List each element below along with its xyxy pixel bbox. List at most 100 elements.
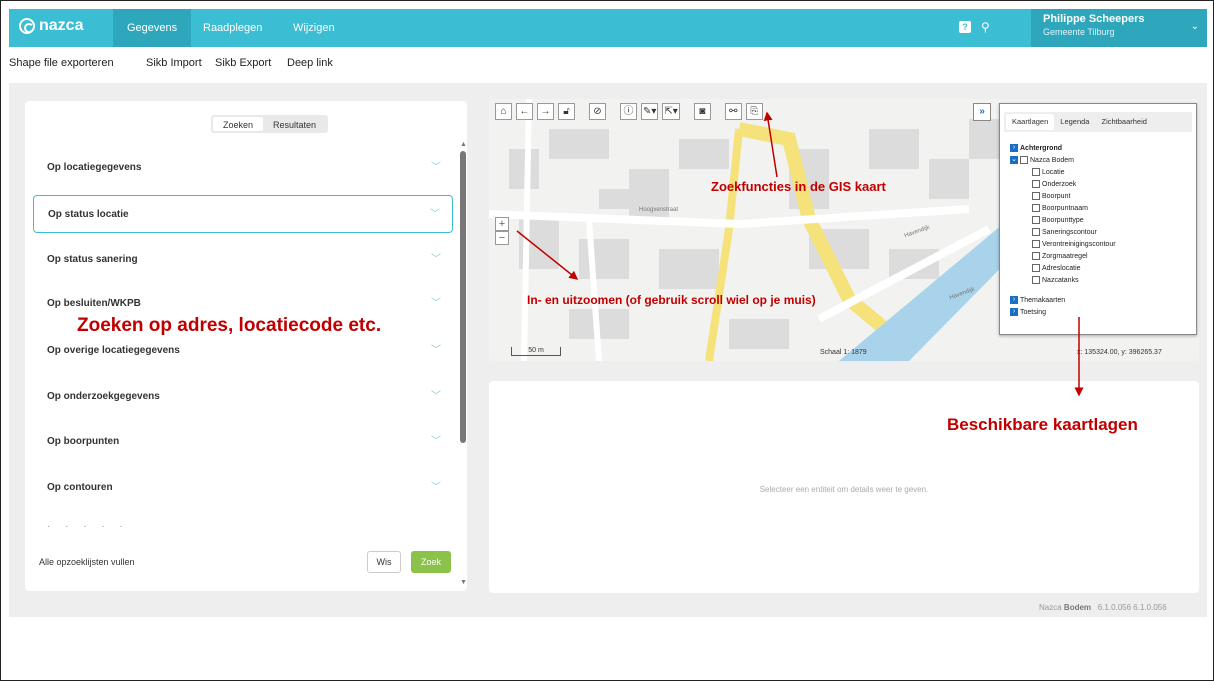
binoculars-icon[interactable]: ⚯: [724, 103, 742, 120]
segment-zoeken[interactable]: Zoeken: [213, 117, 264, 131]
collapse-icon[interactable]: ⌄: [1010, 156, 1018, 164]
tab-gegevens[interactable]: Gegevens: [113, 9, 192, 47]
layer-item[interactable]: Verontreinigingscontour: [1032, 240, 1116, 248]
filter-label: Op status sanering: [47, 254, 138, 265]
layer-checkbox[interactable]: [1032, 168, 1040, 176]
search-button[interactable]: Zoek: [411, 551, 451, 573]
filter-locatiegegevens[interactable]: Op locatiegegevens ﹀: [33, 149, 453, 187]
pin-icon[interactable]: ⚲: [981, 20, 990, 34]
layer-achtergrond[interactable]: › Achtergrond: [1010, 144, 1062, 152]
layer-item[interactable]: Saneringscontour: [1032, 228, 1097, 236]
expand-icon[interactable]: ›: [1010, 144, 1018, 152]
cancel-icon[interactable]: ⊘: [589, 103, 606, 120]
layer-checkbox[interactable]: [1032, 192, 1040, 200]
zoom-in-button[interactable]: +: [495, 217, 509, 231]
select-pointer-icon[interactable]: ⇱▾: [662, 103, 680, 120]
info-icon[interactable]: ⓘ: [620, 103, 637, 120]
filter-status-locatie[interactable]: Op status locatie ﹀: [33, 195, 453, 233]
tab-kaartlagen[interactable]: Kaartlagen: [1006, 114, 1055, 130]
clear-button[interactable]: Wis: [367, 551, 401, 573]
details-panel: Selecteer een entiteit om details weer t…: [489, 381, 1199, 593]
annotation-search: Zoeken op adres, locatiecode etc.: [77, 315, 382, 336]
screenshot-frame: nazca Gegevens Raadplegen Wijzigen ? ⚲ P…: [0, 0, 1214, 681]
nazca-logo[interactable]: nazca: [19, 17, 83, 35]
annotation-layers: Beschikbare kaartlagen: [947, 415, 1138, 434]
segment-resultaten[interactable]: Resultaten: [263, 117, 326, 131]
camera-icon[interactable]: ◙: [693, 103, 711, 120]
menu-sikb-import[interactable]: Sikb Import: [146, 57, 202, 69]
layer-checkbox[interactable]: [1032, 240, 1040, 248]
logo-text: nazca: [39, 17, 84, 34]
filter-onderzoekgegevens[interactable]: Op onderzoekgegevens ﹀: [33, 378, 453, 416]
layer-checkbox[interactable]: [1032, 276, 1040, 284]
scroll-up-arrow[interactable]: ▲: [460, 141, 467, 148]
fill-lists-label[interactable]: Alle opzoeklijsten vullen: [39, 557, 135, 567]
search-panel-scrollbar[interactable]: [460, 151, 466, 443]
annotation-gis: Zoekfuncties in de GIS kaart: [711, 179, 886, 194]
version-footer: Nazca Bodem 6.1.0.056 6.1.0.056: [1039, 603, 1167, 612]
layer-item[interactable]: Onderzoek: [1032, 180, 1076, 188]
layer-themakaarten[interactable]: › Themakaarten: [1010, 296, 1065, 304]
layer-checkbox[interactable]: [1032, 216, 1040, 224]
home-icon[interactable]: ⌂: [495, 103, 512, 120]
details-empty-message: Selecteer een entiteit om details weer t…: [759, 485, 929, 494]
layer-checkbox[interactable]: [1032, 228, 1040, 236]
expand-icon[interactable]: ›: [1010, 296, 1018, 304]
zoom-out-button[interactable]: −: [495, 231, 509, 245]
filter-label: Op boorpunten: [47, 436, 120, 447]
chevron-down-icon: ﹀: [431, 345, 441, 356]
help-icon[interactable]: ?: [959, 21, 971, 33]
truncated-filter-row: · · · · ·: [47, 521, 129, 532]
user-organisation: Gemeente Tilburg: [1043, 27, 1115, 37]
unlock-icon[interactable]: 🔓︎: [558, 103, 575, 120]
layer-toetsing[interactable]: › Toetsing: [1010, 308, 1046, 316]
chevron-down-icon: ⌄: [1190, 21, 1199, 32]
layer-item[interactable]: Nazcatanks: [1032, 276, 1079, 284]
scroll-down-arrow[interactable]: ▼: [460, 579, 467, 586]
tab-legenda[interactable]: Legenda: [1054, 114, 1095, 130]
layer-checkbox[interactable]: [1032, 204, 1040, 212]
layer-item[interactable]: Locatie: [1032, 168, 1065, 176]
layer-item[interactable]: Boorpunttype: [1032, 216, 1084, 224]
nazca-logo-icon: [19, 18, 35, 34]
user-menu[interactable]: Philippe Scheepers Gemeente Tilburg ⌄: [1031, 9, 1207, 47]
filter-label: Op overige locatiegegevens: [47, 345, 180, 356]
footer-product-name: Bodem: [1063, 603, 1092, 612]
layer-item[interactable]: Boorpuntnaam: [1032, 204, 1088, 212]
layers-panel: Kaartlagen Legenda Zichtbaarheid › Achter…: [999, 103, 1197, 335]
layer-item[interactable]: Boorpunt: [1032, 192, 1070, 200]
tab-zichtbaarheid[interactable]: Zichtbaarheid: [1095, 114, 1152, 130]
search-mode-toggle: Zoeken Resultaten: [211, 115, 329, 133]
top-navigation-bar: nazca Gegevens Raadplegen Wijzigen ? ⚲ P…: [9, 9, 1207, 47]
filter-status-sanering[interactable]: Op status sanering ﹀: [33, 241, 453, 279]
map-toolbar: ⌂ ← → 🔓︎ ⊘ ⓘ ✎▾ ⇱▾ ◙ ⚯ ⎘: [495, 103, 763, 120]
menu-shape-export[interactable]: Shape file exporteren: [9, 57, 114, 69]
layer-checkbox[interactable]: [1032, 252, 1040, 260]
menu-sikb-export[interactable]: Sikb Export: [215, 57, 271, 69]
filter-label: Op besluiten/WKPB: [47, 298, 141, 309]
layer-item[interactable]: Adreslocatie: [1032, 264, 1081, 272]
layer-checkbox[interactable]: [1032, 180, 1040, 188]
measure-icon[interactable]: ✎▾: [641, 103, 659, 120]
back-arrow-icon[interactable]: ←: [516, 103, 533, 120]
chevron-down-icon: ﹀: [431, 436, 441, 447]
tab-wijzigen[interactable]: Wijzigen: [279, 9, 349, 47]
search-document-icon[interactable]: ⎘: [745, 103, 763, 120]
filter-contouren[interactable]: Op contouren ﹀: [33, 469, 453, 507]
layer-checkbox[interactable]: [1020, 156, 1028, 164]
forward-arrow-icon[interactable]: →: [537, 103, 554, 120]
filter-boorpunten[interactable]: Op boorpunten ﹀: [33, 423, 453, 461]
filter-overige[interactable]: Op overige locatiegegevens ﹀: [33, 332, 453, 370]
layer-item[interactable]: Zorgmaatregel: [1032, 252, 1088, 260]
footer-product-prefix: Nazca: [1039, 603, 1062, 612]
menu-deep-link[interactable]: Deep link: [287, 57, 333, 69]
layer-checkbox[interactable]: [1032, 264, 1040, 272]
expand-icon[interactable]: ›: [1010, 308, 1018, 316]
filter-label: Op onderzoekgegevens: [47, 391, 160, 402]
chevron-down-icon: ﹀: [431, 162, 441, 173]
layer-nazca-bodem[interactable]: ⌄ Nazca Bodem: [1010, 156, 1074, 164]
panel-expand-icon[interactable]: »: [973, 103, 991, 121]
tab-raadplegen[interactable]: Raadplegen: [189, 9, 276, 47]
coordinates-readout: x: 135324.00, y: 396265.37: [1077, 349, 1162, 356]
street-label: Hoogvenstraat: [639, 207, 679, 213]
